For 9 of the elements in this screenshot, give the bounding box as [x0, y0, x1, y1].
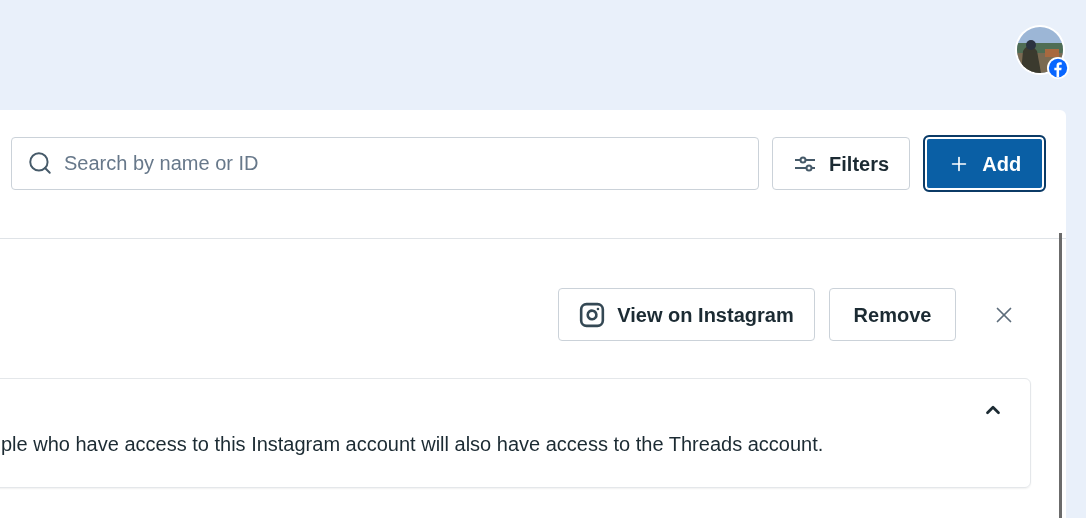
notice-text: ple who have access to this Instagram account will also have access to the Threads account. — [1, 432, 825, 457]
search-field[interactable]: Search by name or ID — [11, 137, 759, 190]
add-button[interactable]: Add — [923, 135, 1046, 192]
instagram-icon — [579, 301, 606, 328]
remove-button[interactable]: Remove — [829, 288, 956, 341]
view-on-instagram-button[interactable]: View on Instagram — [558, 288, 815, 341]
filters-button[interactable]: Filters — [771, 137, 911, 190]
search-icon — [27, 150, 53, 176]
facebook-badge-icon — [1047, 57, 1069, 79]
